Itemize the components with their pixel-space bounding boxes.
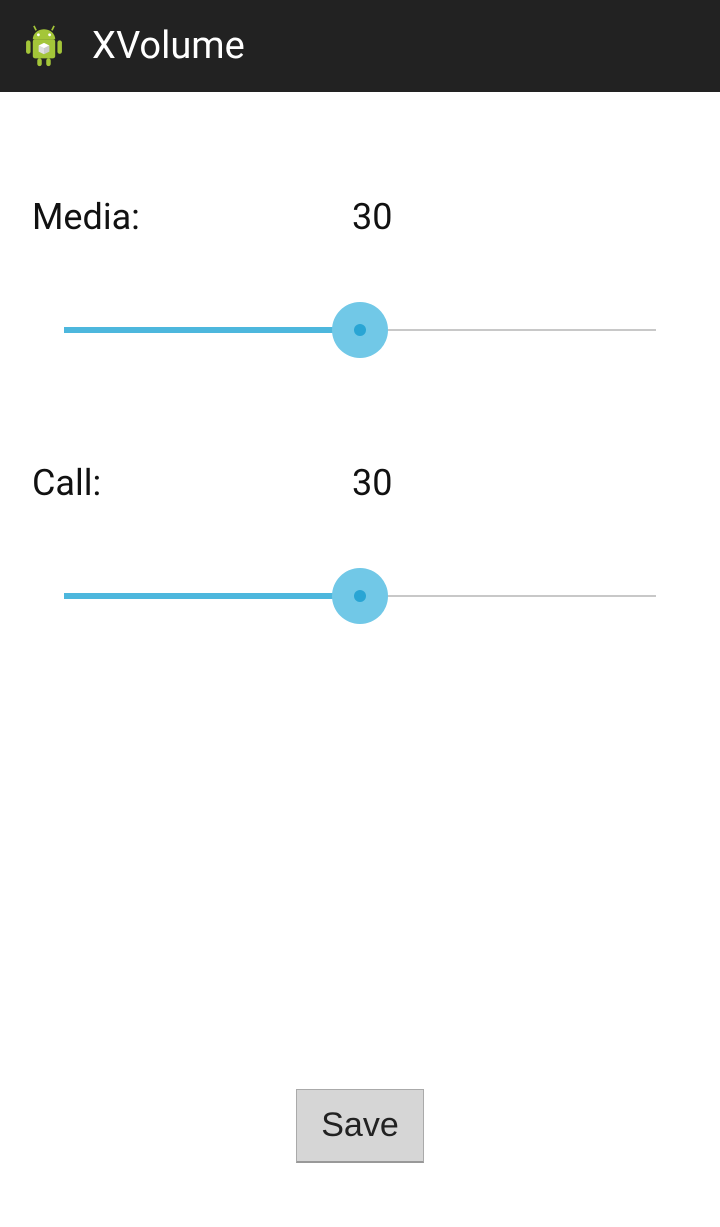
save-area: Save xyxy=(0,1089,720,1163)
slider-fill xyxy=(64,593,360,599)
media-label: Media: xyxy=(32,196,352,238)
app-icon xyxy=(16,18,72,74)
slider-thumb[interactable] xyxy=(332,302,388,358)
media-row: Media: 30 xyxy=(32,196,688,238)
media-slider[interactable] xyxy=(32,302,688,358)
app-title: XVolume xyxy=(92,24,245,68)
media-block: Media: 30 xyxy=(32,196,688,358)
slider-thumb-dot xyxy=(354,590,366,602)
media-value: 30 xyxy=(352,196,392,238)
content-area: Media: 30 Call: 30 Save xyxy=(0,92,720,1227)
slider-fill xyxy=(64,327,360,333)
action-bar: XVolume xyxy=(0,0,720,92)
save-button[interactable]: Save xyxy=(296,1089,424,1163)
call-block: Call: 30 xyxy=(32,462,688,624)
slider-thumb[interactable] xyxy=(332,568,388,624)
call-row: Call: 30 xyxy=(32,462,688,504)
call-label: Call: xyxy=(32,462,352,504)
call-value: 30 xyxy=(352,462,392,504)
slider-thumb-dot xyxy=(354,324,366,336)
call-slider[interactable] xyxy=(32,568,688,624)
